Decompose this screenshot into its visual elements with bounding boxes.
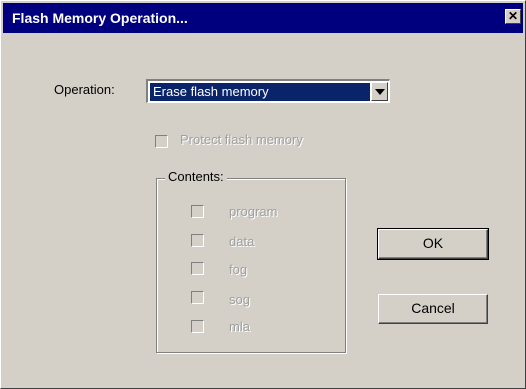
label-program: program — [229, 204, 278, 219]
ok-button[interactable]: OK — [377, 228, 489, 260]
operation-dropdown[interactable]: Erase flash memory — [146, 79, 390, 103]
checkbox-fog[interactable] — [191, 262, 204, 275]
close-button[interactable]: ✕ — [505, 9, 521, 24]
label-mla: mla — [229, 319, 250, 334]
checkbox-program[interactable] — [191, 205, 204, 218]
contents-group-title: Contents: — [165, 169, 227, 184]
checkbox-data[interactable] — [191, 234, 204, 247]
cancel-button[interactable]: Cancel — [378, 294, 488, 324]
chevron-down-icon[interactable] — [371, 82, 388, 101]
checkbox-mla[interactable] — [191, 320, 204, 333]
title-bar[interactable]: Flash Memory Operation... ✕ — [3, 3, 523, 33]
protect-flash-checkbox[interactable] — [155, 135, 168, 148]
close-icon: ✕ — [507, 9, 519, 23]
operation-label: Operation: — [54, 82, 115, 97]
operation-selected-value: Erase flash memory — [150, 83, 370, 101]
label-fog: fog — [229, 262, 248, 277]
dialog-window: Flash Memory Operation... ✕ Operation: E… — [0, 0, 526, 389]
label-sog: sog — [229, 292, 250, 307]
label-data: data — [229, 234, 255, 249]
protect-flash-label: Protect flash memory — [180, 132, 303, 147]
window-title: Flash Memory Operation... — [12, 10, 188, 26]
checkbox-sog[interactable] — [191, 291, 204, 304]
